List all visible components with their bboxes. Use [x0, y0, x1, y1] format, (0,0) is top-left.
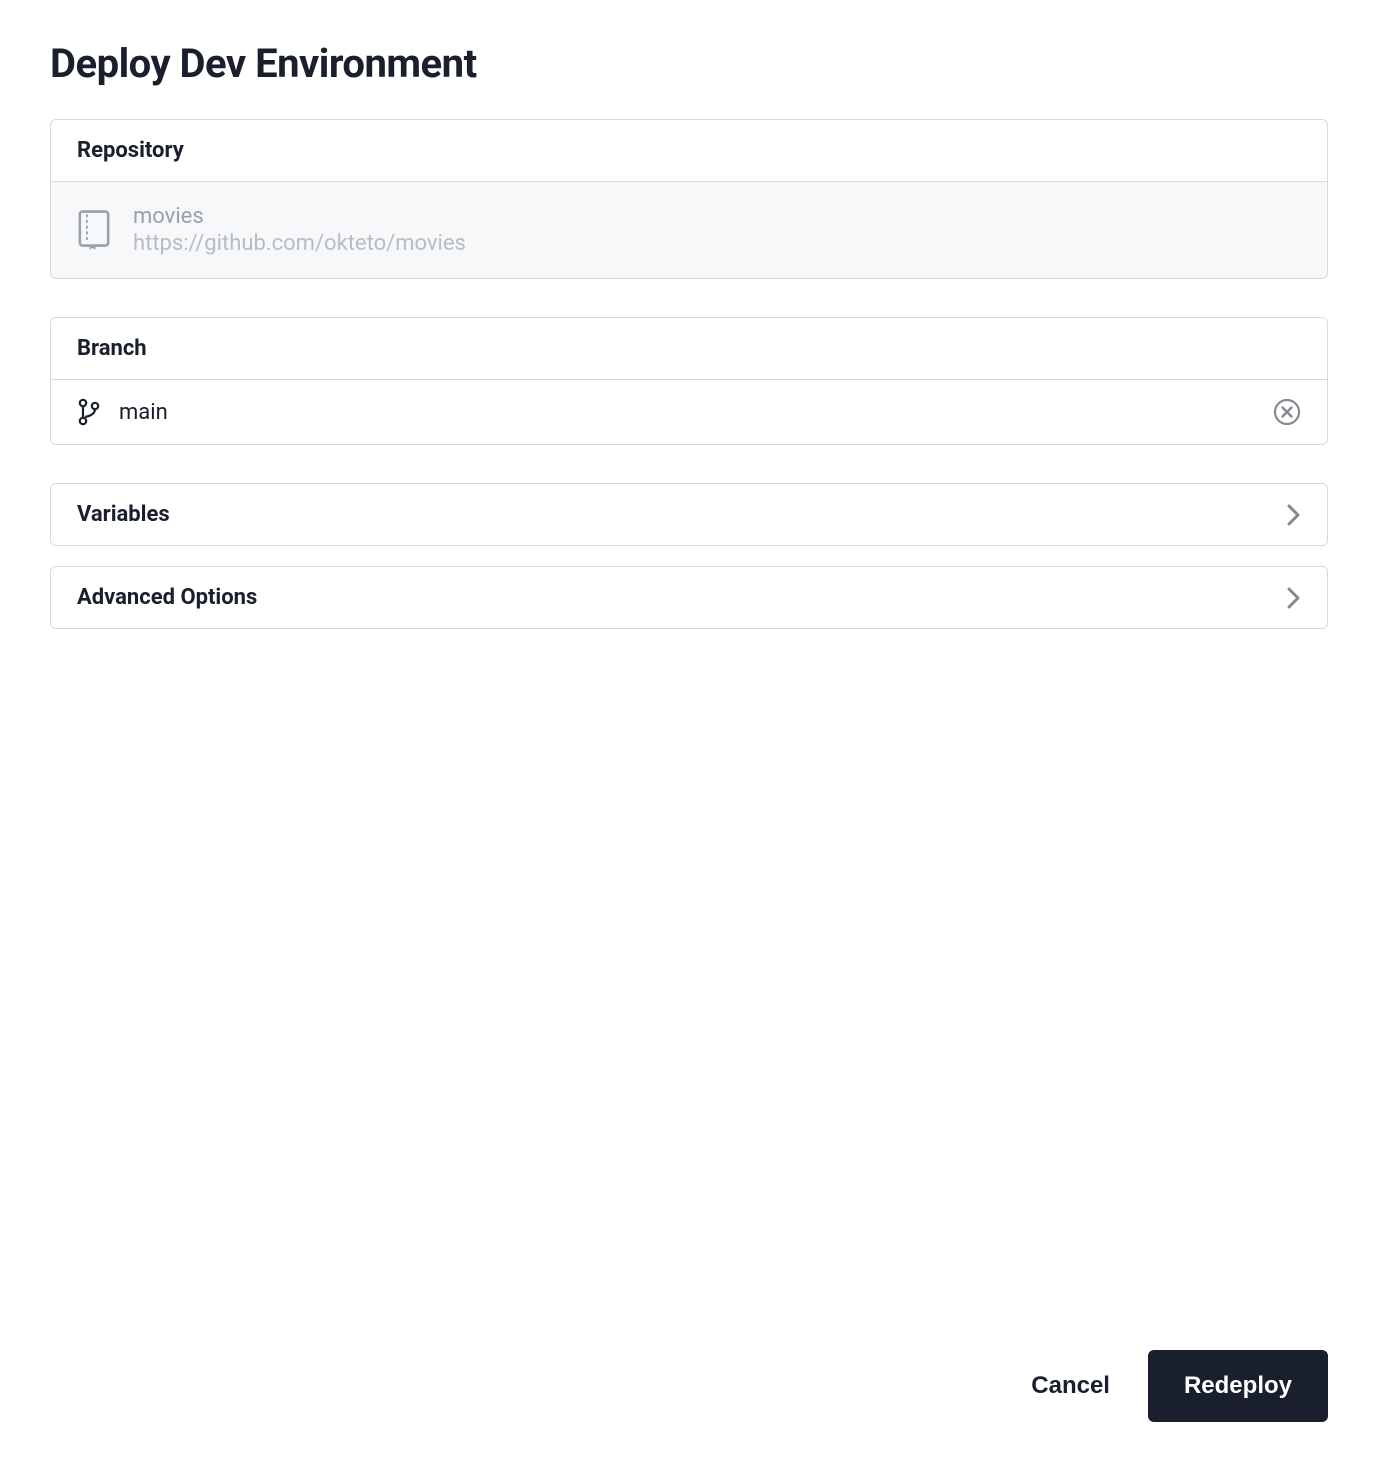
- repository-item[interactable]: movies https://github.com/okteto/movies: [51, 182, 1327, 278]
- repository-section: Repository movies https://github.com/okt…: [50, 119, 1328, 279]
- branch-header: Branch: [51, 318, 1327, 380]
- repository-text: movies https://github.com/okteto/movies: [133, 204, 466, 256]
- page-title: Deploy Dev Environment: [50, 40, 1328, 87]
- variables-section: Variables: [50, 483, 1328, 546]
- variables-label: Variables: [77, 502, 170, 527]
- branch-name: main: [119, 400, 1255, 425]
- advanced-options-toggle[interactable]: Advanced Options: [51, 567, 1327, 628]
- advanced-options-section: Advanced Options: [50, 566, 1328, 629]
- cancel-button[interactable]: Cancel: [1021, 1354, 1120, 1418]
- branch-label: Branch: [77, 336, 1301, 361]
- chevron-right-icon: [1287, 586, 1301, 610]
- repository-label: Repository: [77, 138, 1301, 163]
- repository-url: https://github.com/okteto/movies: [133, 231, 466, 256]
- git-branch-icon: [77, 398, 101, 426]
- clear-icon[interactable]: [1273, 398, 1301, 426]
- chevron-right-icon: [1287, 503, 1301, 527]
- redeploy-button[interactable]: Redeploy: [1148, 1350, 1328, 1422]
- branch-selector[interactable]: main: [51, 380, 1327, 444]
- branch-section: Branch main: [50, 317, 1328, 445]
- footer-actions: Cancel Redeploy: [1021, 1350, 1328, 1422]
- repository-name: movies: [133, 204, 466, 229]
- advanced-options-label: Advanced Options: [77, 585, 257, 610]
- variables-toggle[interactable]: Variables: [51, 484, 1327, 545]
- repository-icon: [77, 210, 111, 250]
- repository-header: Repository: [51, 120, 1327, 182]
